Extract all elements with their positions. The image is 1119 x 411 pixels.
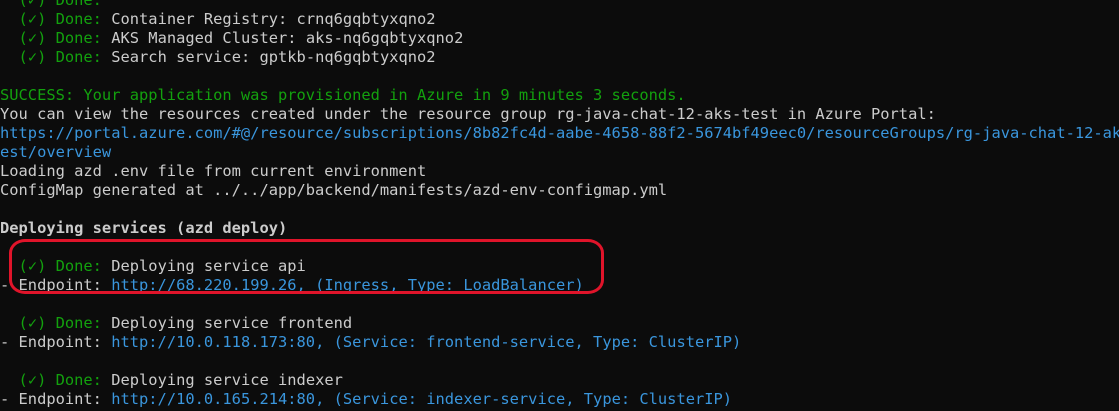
resource-text: AKS Managed Cluster: aks-nq6gqbtyxqno2 bbox=[111, 29, 464, 47]
service-endpoint-line: - Endpoint: http://68.220.199.26, (Ingre… bbox=[0, 276, 1119, 295]
endpoint-label: - Endpoint: bbox=[0, 276, 102, 294]
service-done-line: (✓) Done: Deploying service indexer bbox=[0, 371, 1119, 390]
resource-text: Search service: gptkb-nq6gqbtyxqno2 bbox=[111, 48, 436, 66]
service-name: Deploying service indexer bbox=[111, 371, 343, 389]
done-label: (✓) Done: bbox=[18, 10, 102, 28]
resource-done-line: (✓) Done: Container Registry: crnq6gqbty… bbox=[0, 10, 1119, 29]
service-done-line: (✓) Done: Deploying service frontend bbox=[0, 314, 1119, 333]
service-name: Deploying service frontend bbox=[111, 314, 353, 332]
endpoint-label: - Endpoint: bbox=[0, 333, 102, 351]
done-label: (✓) Done: bbox=[18, 257, 102, 275]
service-endpoint-line: - Endpoint: http://10.0.118.173:80, (Ser… bbox=[0, 333, 1119, 352]
done-label: (✓) Done: bbox=[18, 314, 102, 332]
endpoint-label: - Endpoint: bbox=[0, 390, 102, 408]
done-label: (✓) Done: bbox=[18, 48, 102, 66]
success-message: SUCCESS: Your application was provisione… bbox=[0, 86, 686, 104]
done-label: (✓) Done: bbox=[18, 29, 102, 47]
done-label: (✓) Done: bbox=[18, 371, 102, 389]
endpoint-link[interactable]: http://68.220.199.26, (Ingress, Type: Lo… bbox=[111, 276, 584, 294]
terminal-output: (✓) Done: (✓) Done: Container Registry: … bbox=[0, 0, 1119, 409]
resource-done-line: (✓) Done: AKS Managed Cluster: aks-nq6gq… bbox=[0, 29, 1119, 48]
view-resources-text: You can view the resources created under… bbox=[0, 105, 936, 123]
resource-text: Container Registry: crnq6gqbtyxqno2 bbox=[111, 10, 436, 28]
endpoint-link[interactable]: http://10.0.165.214:80, (Service: indexe… bbox=[111, 390, 732, 408]
configmap-text: ConfigMap generated at ../../app/backend… bbox=[0, 181, 668, 199]
service-done-line: (✓) Done: Deploying service api bbox=[0, 257, 1119, 276]
resource-done-line: (✓) Done: Search service: gptkb-nq6gqbty… bbox=[0, 48, 1119, 67]
endpoint-link[interactable]: http://10.0.118.173:80, (Service: fronte… bbox=[111, 333, 741, 351]
portal-link[interactable]: https://portal.azure.com/#@/resource/sub… bbox=[0, 124, 1119, 143]
portal-link-continued[interactable]: est/overview bbox=[0, 143, 1119, 162]
service-endpoint-line: - Endpoint: http://10.0.165.214:80, (Ser… bbox=[0, 390, 1119, 409]
loading-env-text: Loading azd .env file from current envir… bbox=[0, 162, 427, 180]
partial-output-line: (✓) Done: bbox=[0, 0, 112, 9]
service-name: Deploying service api bbox=[111, 257, 306, 275]
deploying-header: Deploying services (azd deploy) bbox=[0, 219, 288, 237]
